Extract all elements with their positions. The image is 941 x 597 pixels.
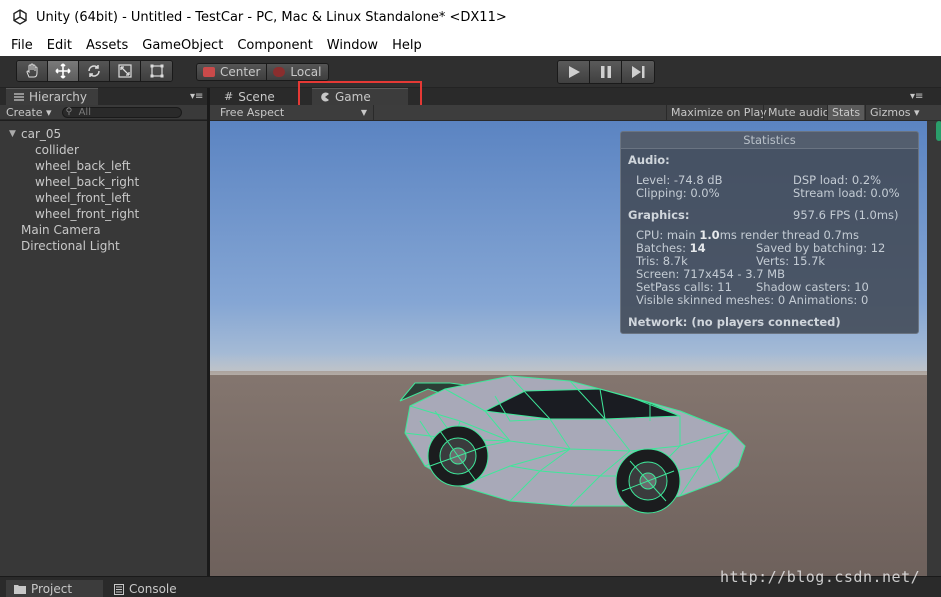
menu-gameobject[interactable]: GameObject: [135, 38, 230, 53]
game-toolbar: Free Aspect ▼ Maximize on Play Mute audi…: [210, 105, 941, 121]
maximize-on-play-button[interactable]: Maximize on Play: [666, 105, 771, 120]
menu-assets[interactable]: Assets: [79, 38, 135, 53]
list-icon: [14, 93, 24, 101]
chevron-down-icon: ▼: [360, 108, 367, 117]
hierarchy-item-main-camera[interactable]: Main Camera: [21, 222, 101, 238]
local-rotation-icon: [273, 67, 286, 77]
inspector-tab-accent: [936, 121, 941, 141]
tab-hierarchy[interactable]: Hierarchy: [6, 88, 98, 105]
move-tool-button[interactable]: [48, 61, 79, 81]
move-tool-icon: [55, 63, 71, 79]
stats-graphics-heading: Graphics:: [628, 208, 690, 222]
hierarchy-item-wheel-back-right[interactable]: wheel_back_right: [35, 174, 139, 190]
pivot-toggle-group: Center Local: [196, 63, 329, 81]
aspect-label: Free Aspect: [220, 106, 285, 119]
stats-title: Statistics: [621, 132, 918, 149]
stats-batches-value: 14: [689, 241, 706, 255]
stats-cpu-suffix: ms render thread 0.7ms: [719, 228, 859, 242]
pause-button[interactable]: [590, 61, 622, 83]
pause-icon: [600, 66, 611, 78]
menu-window[interactable]: Window: [320, 38, 385, 53]
tab-project[interactable]: Project: [6, 580, 103, 597]
scale-tool-icon: [118, 64, 132, 78]
inspector-edge: [927, 121, 941, 576]
create-label: Create: [6, 105, 43, 119]
play-icon: [568, 66, 580, 78]
play-button[interactable]: [558, 61, 590, 83]
statistics-overlay: Statistics Audio: Level: -74.8 dB DSP lo…: [620, 131, 919, 334]
title-bar: Unity (64bit) - Untitled - TestCar - PC,…: [0, 0, 941, 34]
menu-component[interactable]: Component: [230, 38, 319, 53]
hierarchy-search-input[interactable]: ⚲ All: [61, 106, 182, 118]
rotate-tool-icon: [88, 65, 100, 77]
unity-logo-icon: [13, 9, 27, 25]
menu-file[interactable]: File: [4, 38, 40, 53]
tab-scene-label: Scene: [238, 89, 275, 104]
stats-batches-prefix: Batches:: [636, 241, 690, 255]
hierarchy-item-wheel-front-left[interactable]: wheel_front_left: [35, 190, 131, 206]
aspect-dropdown[interactable]: Free Aspect ▼: [210, 105, 374, 120]
hierarchy-item-wheel-back-left[interactable]: wheel_back_left: [35, 158, 130, 174]
hierarchy-item-directional-light[interactable]: Directional Light: [21, 238, 120, 254]
scene-grid-icon: #: [224, 89, 234, 103]
pivot-local-label: Local: [290, 65, 322, 79]
rect-tool-icon: [150, 64, 163, 78]
main-toolbar: Center Local: [0, 56, 941, 88]
search-placeholder: All: [78, 106, 91, 118]
menu-edit[interactable]: Edit: [40, 38, 79, 53]
hierarchy-item-wheel-front-right[interactable]: wheel_front_right: [35, 206, 139, 222]
pivot-center-label: Center: [220, 65, 261, 79]
tab-project-label: Project: [31, 582, 73, 596]
play-controls: [557, 60, 655, 84]
watermark-text: http://blog.csdn.net/: [720, 568, 921, 586]
pivot-local-button[interactable]: Local: [267, 64, 327, 80]
tab-console-label: Console: [129, 582, 177, 596]
stats-cpu-main: 1.0: [699, 228, 720, 242]
stats-stream-load: Stream load: 0.0%: [793, 186, 900, 200]
stats-network: Network: (no players connected): [628, 315, 841, 329]
tab-scene[interactable]: # Scene: [216, 88, 296, 105]
hand-tool-icon: [26, 63, 38, 78]
hierarchy-toolbar: Create ▾ ⚲ All: [0, 105, 207, 120]
hierarchy-item-collider[interactable]: collider: [35, 142, 79, 158]
scale-tool-button[interactable]: [110, 61, 141, 81]
transform-tools: [16, 60, 173, 82]
gizmos-label: Gizmos: [870, 106, 911, 119]
center-pivot-icon: [203, 67, 215, 77]
stats-cpu-prefix: CPU: main: [636, 228, 700, 242]
game-panel-menu-icon[interactable]: ▾≡: [910, 92, 924, 102]
search-icon: ⚲: [65, 106, 73, 117]
stats-clipping: Clipping: 0.0%: [636, 186, 720, 200]
mute-audio-button[interactable]: Mute audio: [763, 105, 834, 120]
console-icon: [114, 583, 124, 595]
stats-skinned: Visible skinned meshes: 0 Animations: 0: [636, 293, 869, 307]
create-dropdown[interactable]: Create ▾: [0, 106, 58, 119]
step-button[interactable]: [622, 61, 654, 83]
hierarchy-tree: ▼ car_05 collider wheel_back_left wheel_b…: [0, 121, 207, 576]
hand-tool-button[interactable]: [17, 61, 48, 81]
rotate-tool-button[interactable]: [79, 61, 110, 81]
folder-icon: [14, 585, 26, 594]
panel-menu-icon[interactable]: ▾≡: [190, 92, 204, 102]
stats-fps: 957.6 FPS (1.0ms): [793, 208, 899, 222]
menu-bar: File Edit Assets GameObject Component Wi…: [0, 34, 941, 56]
window-title: Unity (64bit) - Untitled - TestCar - PC,…: [36, 9, 507, 25]
hierarchy-tab-bar: Hierarchy ▾≡: [0, 88, 207, 105]
tab-hierarchy-label: Hierarchy: [29, 90, 88, 104]
menu-help[interactable]: Help: [385, 38, 429, 53]
stats-button[interactable]: Stats: [827, 105, 865, 120]
expand-arrow-icon[interactable]: ▼: [9, 126, 16, 142]
rect-tool-button[interactable]: [141, 61, 172, 81]
hierarchy-item-label: car_05: [21, 127, 62, 141]
stats-audio-heading: Audio:: [628, 153, 670, 167]
pivot-center-button[interactable]: Center: [197, 64, 268, 80]
gizmos-button[interactable]: Gizmos ▾: [865, 105, 924, 120]
tab-console[interactable]: Console: [106, 580, 196, 597]
step-icon: [632, 66, 645, 78]
hierarchy-item-car[interactable]: ▼ car_05: [9, 126, 62, 142]
